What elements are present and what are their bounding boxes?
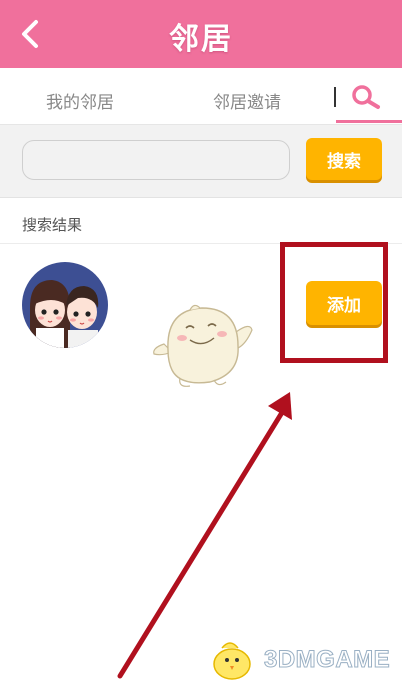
active-tab-indicator (336, 120, 402, 123)
tab-search-icon[interactable] (348, 82, 384, 112)
header-bar: 邻居 (0, 0, 402, 68)
mascot-sticker (153, 304, 253, 387)
tab-bar: 我的邻居 邻居邀请 (0, 68, 402, 125)
tab-divider (334, 87, 336, 107)
chick-logo-icon (213, 642, 251, 680)
highlight-box (280, 242, 388, 363)
user-avatar[interactable] (22, 262, 108, 348)
search-bar: 搜索 (0, 125, 402, 198)
search-input[interactable] (22, 140, 290, 180)
watermark-text: 3DMGAME (263, 646, 391, 674)
tab-my-neighbors[interactable]: 我的邻居 (46, 88, 114, 113)
tab-neighbor-invites[interactable]: 邻居邀请 (213, 88, 281, 113)
search-button[interactable]: 搜索 (306, 138, 382, 180)
watermark-logo: 3DMGAME (208, 636, 398, 682)
page-title: 邻居 (169, 22, 233, 57)
results-label: 搜索结果 (22, 216, 83, 234)
